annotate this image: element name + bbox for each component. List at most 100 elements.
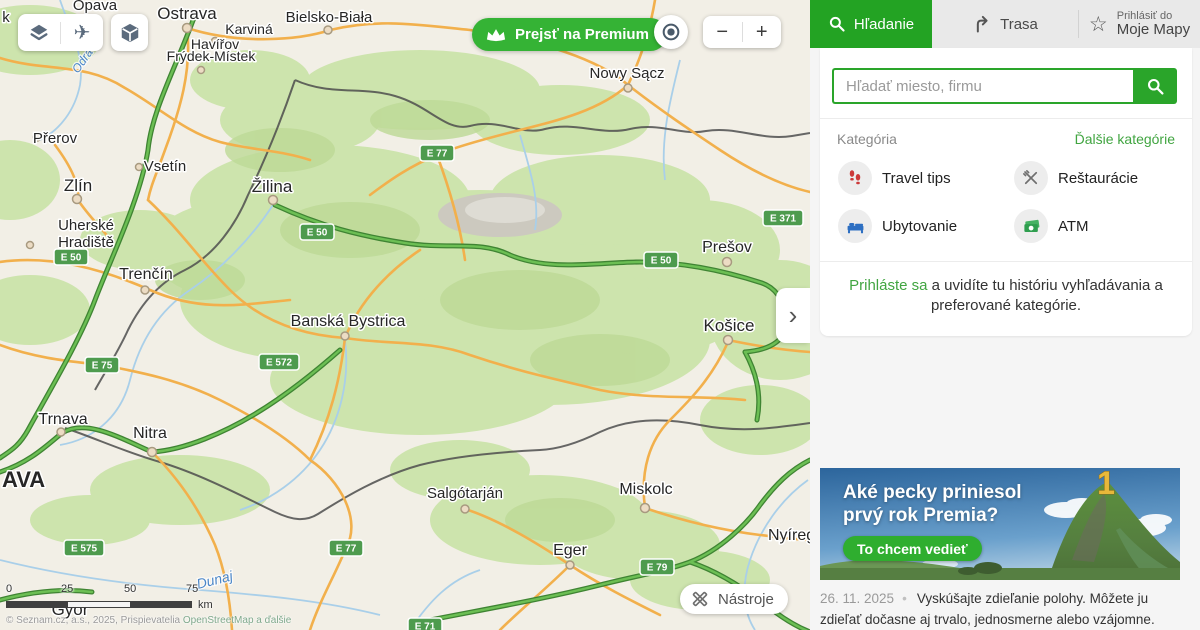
svg-text:Eger: Eger	[553, 542, 587, 559]
svg-text:Přerov: Přerov	[33, 130, 78, 147]
map-scale: 0 25 50 75 km	[6, 583, 236, 608]
svg-text:E 77: E 77	[427, 149, 448, 160]
tools-button[interactable]: Nástroje	[680, 584, 788, 614]
news-date: 26. 11. 2025	[820, 591, 894, 606]
scale-tick: 75	[186, 583, 198, 595]
svg-text:Bielsko-Biała: Bielsko-Biała	[286, 9, 373, 26]
search-input[interactable]	[832, 68, 1133, 104]
search-icon	[1146, 77, 1165, 96]
svg-text:Miskolc: Miskolc	[619, 481, 672, 498]
svg-text:E 77: E 77	[336, 544, 357, 555]
search-panel: Kategória Ďalšie kategórie Travel tips	[820, 48, 1192, 336]
svg-text:Košice: Košice	[703, 316, 754, 335]
svg-text:E 79: E 79	[647, 563, 668, 574]
basemap-svg: k Opava Ostrava Karviná Bielsko-Biała Ha…	[0, 0, 810, 630]
login-big-label: Moje Mapy	[1117, 22, 1190, 39]
cube-3d-icon	[119, 22, 141, 44]
category-travel-tips[interactable]: Travel tips	[830, 157, 1006, 199]
banner-cta-button[interactable]: To chcem vedieť	[843, 536, 982, 561]
banner-title: Aké pecky priniesol prvý rok Premia?	[843, 481, 1021, 527]
svg-text:Žilina: Žilina	[252, 177, 293, 196]
scale-tick: 25	[61, 583, 73, 595]
category-header: Kategória Ďalšie kategórie	[820, 119, 1192, 151]
scale-bar	[6, 601, 192, 608]
map-canvas[interactable]: k Opava Ostrava Karviná Bielsko-Biała Ha…	[0, 0, 810, 630]
svg-text:Banská Bystrica: Banská Bystrica	[291, 313, 406, 330]
svg-text:Karviná: Karviná	[225, 21, 273, 37]
tab-search[interactable]: Hľadanie	[810, 0, 932, 48]
svg-text:Trenčín: Trenčín	[119, 266, 173, 283]
copyright-text: © Seznam.cz, a.s., 2025, Prispievatelia	[6, 615, 183, 626]
news-item[interactable]: 26. 11. 2025•Vyskúšajte zdieľanie polohy…	[820, 588, 1188, 630]
route-icon	[972, 14, 992, 34]
locate-me-button[interactable]	[654, 15, 688, 49]
svg-text:Ostrava: Ostrava	[157, 4, 217, 23]
search-submit-button[interactable]	[1133, 68, 1177, 104]
mapy-app: k Opava Ostrava Karviná Bielsko-Biała Ha…	[0, 0, 1200, 630]
svg-text:Nitra: Nitra	[133, 425, 167, 442]
svg-text:E 75: E 75	[92, 361, 113, 372]
sidebar-collapse-toggle[interactable]: ›	[776, 288, 810, 343]
map-copyright: © Seznam.cz, a.s., 2025, Prispievatelia …	[6, 615, 291, 626]
category-label: Travel tips	[882, 170, 951, 187]
view-3d-button[interactable]	[111, 14, 148, 51]
bed-icon	[838, 209, 872, 243]
signin-link[interactable]: Prihláste sa	[849, 277, 927, 294]
forest-areas	[0, 5, 810, 610]
svg-text:E 50: E 50	[61, 253, 82, 264]
category-grid: Travel tips Reštaurácie	[820, 151, 1192, 261]
more-categories-link[interactable]: Ďalšie kategórie	[1075, 131, 1175, 147]
svg-text:k: k	[2, 9, 10, 26]
news-bullet: •	[902, 591, 907, 606]
scale-tick: 50	[124, 583, 136, 595]
aerial-view-button[interactable]: ✈	[61, 14, 103, 51]
svg-text:Nyíregyháza: Nyíregyháza	[768, 527, 810, 544]
footprints-icon	[838, 161, 872, 195]
tab-search-label: Hľadanie	[854, 16, 914, 33]
sidebar: Hľadanie Trasa ☆ Prihlásiť do Moje Mapy	[810, 0, 1200, 630]
chevron-right-icon: ›	[789, 300, 798, 331]
category-label: Reštaurácie	[1058, 170, 1138, 187]
zoom-in-button[interactable]: +	[743, 16, 782, 48]
premium-label: Prejsť na Premium	[515, 26, 649, 43]
scale-tick: 0	[6, 583, 12, 595]
search-icon	[828, 15, 846, 33]
category-label: Ubytovanie	[882, 218, 957, 235]
promo-banner[interactable]: 1 Aké pecky priniesol prvý rok Premia? T…	[820, 468, 1180, 580]
cutlery-icon	[1014, 161, 1048, 195]
svg-text:E 50: E 50	[307, 228, 328, 239]
search-row	[820, 48, 1192, 118]
svg-text:Trnava: Trnava	[38, 411, 87, 428]
category-title: Kategória	[837, 131, 897, 147]
category-atm[interactable]: ATM	[1006, 205, 1182, 247]
svg-text:Zlín: Zlín	[64, 176, 92, 195]
svg-text:E 50: E 50	[651, 256, 672, 267]
svg-text:Frýdek-Místek: Frýdek-Místek	[167, 48, 257, 64]
zoom-controls: − +	[703, 16, 781, 48]
tab-route[interactable]: Trasa	[932, 0, 1078, 48]
map-style-controls: ✈	[18, 14, 103, 51]
svg-text:E 371: E 371	[770, 214, 797, 225]
locate-icon	[660, 21, 682, 43]
signin-hint: Prihláste sa a uvidíte tu históriu vyhľa…	[820, 262, 1192, 336]
login-small-label: Prihlásiť do	[1117, 10, 1190, 22]
svg-text:Opava: Opava	[73, 0, 118, 14]
star-icon: ☆	[1089, 14, 1108, 35]
category-restaurants[interactable]: Reštaurácie	[1006, 157, 1182, 199]
premium-button[interactable]: Prejsť na Premium	[472, 18, 667, 51]
tools-icon	[690, 589, 710, 609]
zoom-out-button[interactable]: −	[703, 16, 742, 48]
svg-text:Vsetín: Vsetín	[144, 158, 187, 175]
svg-text:Salgótarján: Salgótarján	[427, 485, 503, 502]
tab-login[interactable]: ☆ Prihlásiť do Moje Mapy	[1079, 0, 1200, 48]
category-label: ATM	[1058, 218, 1089, 235]
svg-text:Uherské: Uherské	[58, 217, 114, 234]
tab-route-label: Trasa	[1000, 16, 1038, 33]
banner-peak-number: 1	[1097, 468, 1115, 501]
copyright-link[interactable]: OpenStreetMap a ďalšie	[183, 615, 291, 626]
category-accommodation[interactable]: Ubytovanie	[830, 205, 1006, 247]
svg-text:E 572: E 572	[266, 358, 293, 369]
layers-button[interactable]	[18, 14, 60, 51]
crown-icon	[486, 27, 506, 43]
svg-text:Nowy Sącz: Nowy Sącz	[589, 65, 664, 82]
